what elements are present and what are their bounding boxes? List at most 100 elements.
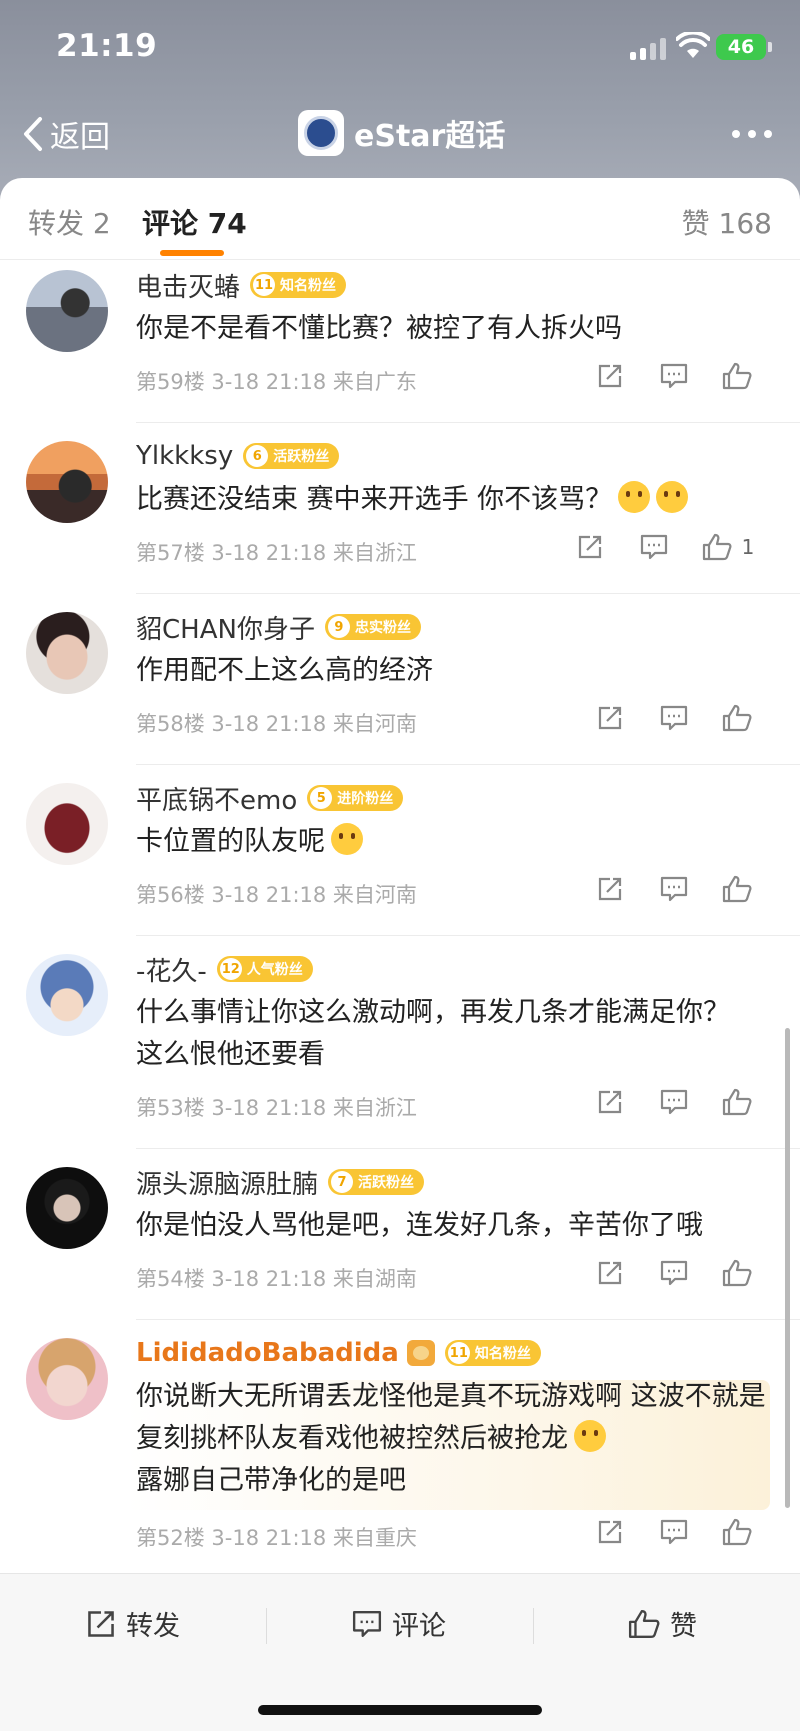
- battery-icon: 46: [716, 34, 766, 60]
- fan-level: 11: [447, 1342, 470, 1364]
- avatar[interactable]: [26, 612, 108, 694]
- like-label: 赞: [670, 1611, 697, 1642]
- comment-username[interactable]: LididadoBabadida: [136, 1338, 399, 1368]
- wifi-icon: [676, 32, 710, 58]
- like-button[interactable]: 赞: [628, 1604, 697, 1643]
- like-icon[interactable]: [706, 1253, 770, 1293]
- chevron-left-icon: [24, 117, 42, 151]
- like-icon[interactable]: [706, 1082, 770, 1122]
- comment-actions: [578, 869, 770, 909]
- fan-level: 7: [331, 1171, 354, 1193]
- supertopic-header[interactable]: eStar超话: [298, 110, 505, 156]
- tab-forward[interactable]: 转发 2: [28, 202, 111, 242]
- battery-level: 46: [727, 36, 755, 58]
- avatar[interactable]: [26, 270, 108, 352]
- crown-icon: [406, 1340, 435, 1366]
- comment-actions: [578, 1253, 770, 1293]
- comment-username[interactable]: -花久-: [136, 951, 207, 988]
- reply-icon[interactable]: [622, 527, 686, 567]
- like-icon[interactable]: [706, 869, 770, 909]
- comment-username[interactable]: Ylkkksy: [136, 441, 233, 471]
- avatar[interactable]: [26, 1338, 108, 1420]
- comment-actions: [578, 1082, 770, 1122]
- share-icon[interactable]: [578, 869, 642, 909]
- fan-level: 5: [310, 787, 333, 809]
- tab-bar: 转发 2 评论 74 赞 168: [0, 178, 800, 260]
- comment-username[interactable]: 电击灭蝽: [136, 267, 240, 304]
- page-title: eStar超话: [354, 119, 506, 154]
- avatar[interactable]: [26, 441, 108, 523]
- comment-text: 什么事情让你这么激动啊，再发几条才能满足你？这么恨他还要看: [136, 997, 730, 1070]
- bottom-action-bar: 转发 评论 赞: [0, 1573, 800, 1731]
- comment-username[interactable]: 貂CHAN你身子: [136, 609, 315, 646]
- fan-badge: 11 知名粉丝: [444, 1340, 541, 1366]
- comment-text: 你说断大无所谓丢龙怪他是真不玩游戏啊 这波不就是复刻挑杯队友看戏他被控然后被抢龙: [136, 1381, 766, 1454]
- share-icon[interactable]: [558, 527, 622, 567]
- divider: [136, 1148, 800, 1149]
- emoji-icon: [331, 823, 363, 855]
- comment-actions: [578, 698, 770, 738]
- battery-tip: [768, 42, 772, 52]
- like-icon[interactable]: 1: [686, 527, 770, 567]
- comment-meta: 第58楼 3-18 21:18 来自河南: [136, 712, 417, 736]
- avatar[interactable]: [26, 783, 108, 865]
- reply-icon[interactable]: [642, 698, 706, 738]
- divider: [136, 935, 800, 936]
- cellular-signal-icon: [630, 36, 666, 60]
- comment-text: 卡位置的队友呢: [136, 826, 325, 857]
- forward-button[interactable]: 转发: [86, 1604, 180, 1643]
- comment-meta: 第57楼 3-18 21:18 来自浙江: [136, 541, 417, 565]
- reply-icon[interactable]: [642, 869, 706, 909]
- fan-badge: 6 活跃粉丝: [243, 443, 340, 469]
- share-icon[interactable]: [578, 698, 642, 738]
- forward-label: 转发: [126, 1611, 180, 1642]
- fan-badge-label: 知名粉丝: [474, 1346, 531, 1362]
- comment-text: 你是怕没人骂他是吧，连发好几条，辛苦你了哦: [136, 1210, 703, 1241]
- comment-button[interactable]: 评论: [352, 1604, 446, 1643]
- like-icon[interactable]: [706, 1512, 770, 1552]
- reply-icon[interactable]: [642, 356, 706, 396]
- like-icon[interactable]: [706, 698, 770, 738]
- share-icon[interactable]: [578, 1253, 642, 1293]
- share-icon[interactable]: [578, 1512, 642, 1552]
- reply-icon[interactable]: [642, 1512, 706, 1552]
- comment-meta: 第53楼 3-18 21:18 来自浙江: [136, 1096, 417, 1120]
- estar-logo: [298, 110, 344, 156]
- divider: [533, 1608, 534, 1644]
- fan-badge: 5 进阶粉丝: [307, 785, 404, 811]
- fan-level: 9: [327, 616, 350, 638]
- fan-badge-label: 知名粉丝: [280, 278, 337, 294]
- comment-username[interactable]: 源头源脑源肚腩: [136, 1164, 318, 1201]
- divider: [136, 764, 800, 765]
- scrollbar[interactable]: [785, 1028, 790, 1508]
- back-button[interactable]: 返回: [22, 112, 110, 156]
- tab-comment[interactable]: 评论 74: [142, 202, 247, 242]
- laughing-emoji-icon: [574, 1420, 606, 1452]
- fan-badge: 9 忠实粉丝: [324, 614, 421, 640]
- avatar[interactable]: [26, 954, 108, 1036]
- home-indicator[interactable]: [258, 1705, 542, 1715]
- comment-meta: 第56楼 3-18 21:18 来自河南: [136, 883, 417, 907]
- tab-like[interactable]: 赞 168: [682, 202, 772, 242]
- comments-card: 转发 2 评论 74 赞 168 电击灭蝽 11 知名粉丝 你是不是看不懂比赛？被…: [0, 178, 800, 1731]
- avatar[interactable]: [26, 1167, 108, 1249]
- fan-badge: 12 人气粉丝: [216, 956, 313, 982]
- reply-icon[interactable]: [642, 1253, 706, 1293]
- back-label: 返回: [50, 120, 110, 155]
- reply-icon[interactable]: [642, 1082, 706, 1122]
- more-options-icon[interactable]: [732, 130, 772, 138]
- comment-label: 评论: [392, 1611, 446, 1642]
- fan-badge-label: 活跃粉丝: [358, 1175, 415, 1191]
- comment-username[interactable]: 平底锅不emo: [136, 780, 297, 817]
- like-icon[interactable]: [706, 356, 770, 396]
- share-icon[interactable]: [578, 356, 642, 396]
- emoji-icon: [618, 481, 651, 513]
- fan-badge: 7 活跃粉丝: [328, 1169, 425, 1195]
- comment-text: 比赛还没结束 赛中来开选手 你不该骂？: [136, 484, 613, 515]
- share-icon[interactable]: [578, 1082, 642, 1122]
- comment-meta: 第54楼 3-18 21:18 来自湖南: [136, 1267, 417, 1291]
- fan-badge-label: 进阶粉丝: [337, 791, 394, 807]
- fan-level: 12: [219, 958, 242, 980]
- comment-text: 作用配不上这么高的经济: [136, 655, 433, 686]
- comment-actions: [578, 356, 770, 396]
